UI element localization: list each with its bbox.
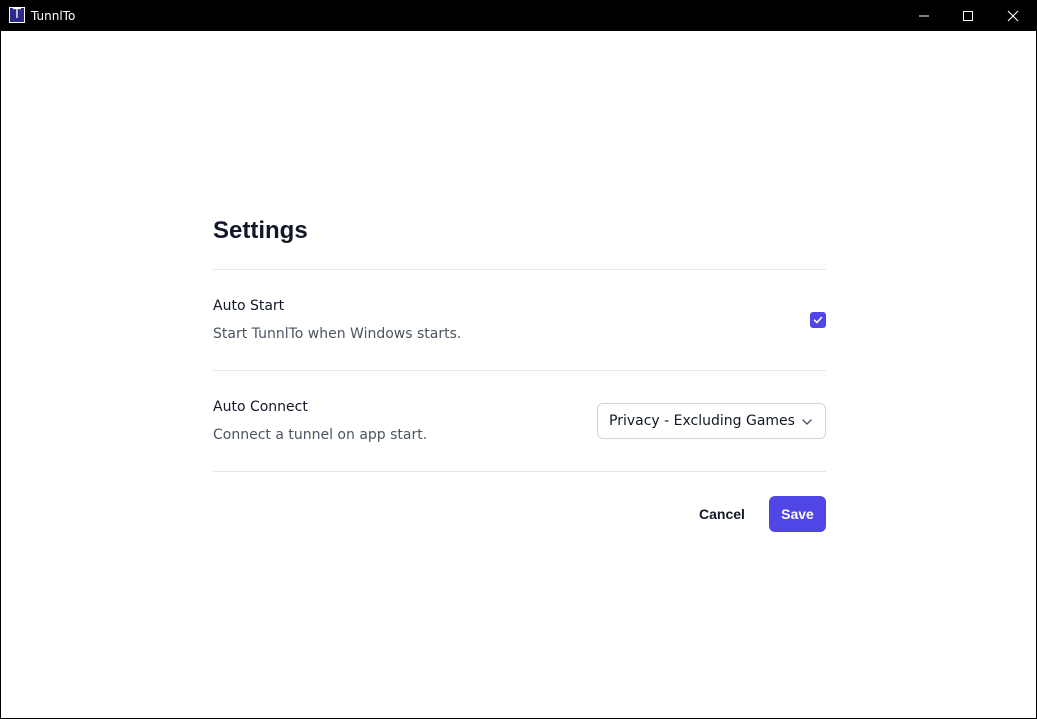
divider	[213, 269, 826, 270]
title-bar[interactable]: T TunnlTo	[1, 0, 1037, 31]
save-button[interactable]: Save	[769, 496, 826, 532]
close-button[interactable]	[990, 0, 1036, 31]
auto-connect-selected-value: Privacy - Excluding Games	[609, 413, 795, 429]
auto-start-label: Auto Start	[213, 298, 285, 314]
window-title: TunnlTo	[31, 9, 76, 23]
maximize-icon	[963, 11, 973, 21]
app-window: T TunnlTo Settings Auto Start Start Tunn…	[0, 0, 1037, 719]
page-title: Settings	[213, 217, 308, 244]
divider	[213, 471, 826, 472]
app-logo-letter: T	[10, 8, 24, 22]
auto-connect-select[interactable]: Privacy - Excluding Games	[597, 403, 826, 439]
close-icon	[1007, 10, 1019, 22]
cancel-button[interactable]: Cancel	[687, 496, 757, 532]
auto-connect-description: Connect a tunnel on app start.	[213, 427, 428, 443]
maximize-button[interactable]	[945, 0, 991, 31]
check-icon	[813, 316, 823, 324]
auto-connect-label: Auto Connect	[213, 399, 308, 415]
auto-start-checkbox[interactable]	[810, 312, 826, 328]
app-logo-icon: T	[9, 7, 25, 23]
chevron-down-icon	[802, 419, 812, 425]
minimize-icon	[919, 15, 929, 17]
auto-start-description: Start TunnlTo when Windows starts.	[213, 326, 462, 342]
divider	[213, 370, 826, 371]
minimize-button[interactable]	[901, 0, 947, 31]
